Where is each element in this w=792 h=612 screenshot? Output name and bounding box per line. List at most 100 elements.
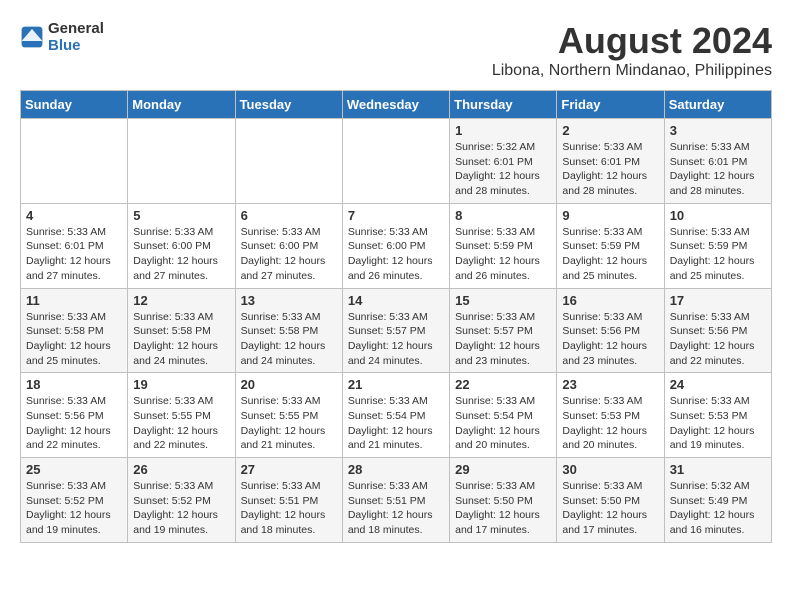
header-monday: Monday — [128, 91, 235, 119]
calendar-cell: 24Sunrise: 5:33 AMSunset: 5:53 PMDayligh… — [664, 373, 771, 458]
day-number: 12 — [133, 293, 229, 308]
logo-text: General Blue — [48, 20, 104, 54]
day-number: 5 — [133, 208, 229, 223]
calendar-week-row: 1Sunrise: 5:32 AMSunset: 6:01 PMDaylight… — [21, 119, 772, 204]
day-number: 7 — [348, 208, 444, 223]
page-header: General Blue August 2024 Libona, Norther… — [20, 20, 772, 80]
day-number: 13 — [241, 293, 337, 308]
logo-icon — [20, 25, 44, 49]
calendar-cell: 22Sunrise: 5:33 AMSunset: 5:54 PMDayligh… — [450, 373, 557, 458]
day-number: 17 — [670, 293, 766, 308]
day-info: Sunrise: 5:33 AMSunset: 6:01 PMDaylight:… — [26, 225, 122, 284]
day-info: Sunrise: 5:33 AMSunset: 6:00 PMDaylight:… — [241, 225, 337, 284]
calendar-cell: 13 Sunrise: 5:33 AMSunset: 5:58 PMDayligh… — [235, 288, 342, 373]
calendar-cell: 17 Sunrise: 5:33 AMSunset: 5:56 PMDayligh… — [664, 288, 771, 373]
day-info: Sunrise: 5:33 AMSunset: 5:51 PMDaylight:… — [241, 479, 337, 538]
day-info: Sunrise: 5:33 AMSunset: 5:50 PMDaylight:… — [455, 479, 551, 538]
day-info: Sunrise: 5:33 AMSunset: 5:59 PMDaylight:… — [562, 225, 658, 284]
header-friday: Friday — [557, 91, 664, 119]
calendar-table: SundayMondayTuesdayWednesdayThursdayFrid… — [20, 90, 772, 543]
calendar-cell: 10 Sunrise: 5:33 AMSunset: 5:59 PMDayligh… — [664, 203, 771, 288]
calendar-cell: 3 Sunrise: 5:33 AMSunset: 6:01 PMDaylight… — [664, 119, 771, 204]
calendar-week-row: 18Sunrise: 5:33 AMSunset: 5:56 PMDayligh… — [21, 373, 772, 458]
day-number: 15 — [455, 293, 551, 308]
day-info: Sunrise: 5:33 AMSunset: 5:55 PMDaylight:… — [133, 394, 229, 453]
day-number: 4 — [26, 208, 122, 223]
calendar-cell — [342, 119, 449, 204]
day-number: 31 — [670, 462, 766, 477]
day-number: 29 — [455, 462, 551, 477]
day-number: 24 — [670, 377, 766, 392]
calendar-header-row: SundayMondayTuesdayWednesdayThursdayFrid… — [21, 91, 772, 119]
day-number: 8 — [455, 208, 551, 223]
day-info: Sunrise: 5:33 AMSunset: 5:53 PMDaylight:… — [562, 394, 658, 453]
day-info: Sunrise: 5:33 AMSunset: 6:01 PMDaylight:… — [670, 140, 766, 199]
day-number: 19 — [133, 377, 229, 392]
calendar-cell: 27 Sunrise: 5:33 AMSunset: 5:51 PMDayligh… — [235, 458, 342, 543]
calendar-cell: 15Sunrise: 5:33 AMSunset: 5:57 PMDayligh… — [450, 288, 557, 373]
day-info: Sunrise: 5:33 AMSunset: 5:58 PMDaylight:… — [26, 310, 122, 369]
title-block: August 2024 Libona, Northern Mindanao, P… — [492, 20, 772, 80]
day-info: Sunrise: 5:33 AMSunset: 5:55 PMDaylight:… — [241, 394, 337, 453]
day-number: 28 — [348, 462, 444, 477]
calendar-cell: 1Sunrise: 5:32 AMSunset: 6:01 PMDaylight… — [450, 119, 557, 204]
header-wednesday: Wednesday — [342, 91, 449, 119]
calendar-cell: 11 Sunrise: 5:33 AMSunset: 5:58 PMDayligh… — [21, 288, 128, 373]
calendar-week-row: 11 Sunrise: 5:33 AMSunset: 5:58 PMDayligh… — [21, 288, 772, 373]
calendar-cell: 29 Sunrise: 5:33 AMSunset: 5:50 PMDayligh… — [450, 458, 557, 543]
day-number: 27 — [241, 462, 337, 477]
calendar-cell: 4 Sunrise: 5:33 AMSunset: 6:01 PMDaylight… — [21, 203, 128, 288]
calendar-cell: 14Sunrise: 5:33 AMSunset: 5:57 PMDayligh… — [342, 288, 449, 373]
day-number: 23 — [562, 377, 658, 392]
calendar-cell — [235, 119, 342, 204]
calendar-cell — [128, 119, 235, 204]
calendar-cell: 12 Sunrise: 5:33 AMSunset: 5:58 PMDayligh… — [128, 288, 235, 373]
day-number: 9 — [562, 208, 658, 223]
calendar-cell: 28Sunrise: 5:33 AMSunset: 5:51 PMDayligh… — [342, 458, 449, 543]
calendar-cell: 2 Sunrise: 5:33 AMSunset: 6:01 PMDaylight… — [557, 119, 664, 204]
day-number: 22 — [455, 377, 551, 392]
day-info: Sunrise: 5:33 AMSunset: 5:57 PMDaylight:… — [348, 310, 444, 369]
header-thursday: Thursday — [450, 91, 557, 119]
day-number: 2 — [562, 123, 658, 138]
calendar-cell: 16Sunrise: 5:33 AMSunset: 5:56 PMDayligh… — [557, 288, 664, 373]
day-info: Sunrise: 5:33 AMSunset: 5:50 PMDaylight:… — [562, 479, 658, 538]
logo: General Blue — [20, 20, 104, 54]
day-info: Sunrise: 5:33 AMSunset: 6:00 PMDaylight:… — [133, 225, 229, 284]
calendar-cell: 21Sunrise: 5:33 AMSunset: 5:54 PMDayligh… — [342, 373, 449, 458]
day-info: Sunrise: 5:33 AMSunset: 6:00 PMDaylight:… — [348, 225, 444, 284]
calendar-cell: 7 Sunrise: 5:33 AMSunset: 6:00 PMDaylight… — [342, 203, 449, 288]
header-saturday: Saturday — [664, 91, 771, 119]
day-number: 11 — [26, 293, 122, 308]
header-tuesday: Tuesday — [235, 91, 342, 119]
calendar-cell: 25Sunrise: 5:33 AMSunset: 5:52 PMDayligh… — [21, 458, 128, 543]
day-info: Sunrise: 5:33 AMSunset: 5:59 PMDaylight:… — [670, 225, 766, 284]
day-number: 16 — [562, 293, 658, 308]
day-info: Sunrise: 5:33 AMSunset: 5:52 PMDaylight:… — [133, 479, 229, 538]
calendar-cell: 9 Sunrise: 5:33 AMSunset: 5:59 PMDaylight… — [557, 203, 664, 288]
calendar-cell: 31Sunrise: 5:32 AMSunset: 5:49 PMDayligh… — [664, 458, 771, 543]
day-info: Sunrise: 5:33 AMSunset: 5:58 PMDaylight:… — [133, 310, 229, 369]
day-info: Sunrise: 5:33 AMSunset: 6:01 PMDaylight:… — [562, 140, 658, 199]
calendar-cell: 26 Sunrise: 5:33 AMSunset: 5:52 PMDayligh… — [128, 458, 235, 543]
day-number: 6 — [241, 208, 337, 223]
day-info: Sunrise: 5:33 AMSunset: 5:56 PMDaylight:… — [670, 310, 766, 369]
calendar-cell: 5 Sunrise: 5:33 AMSunset: 6:00 PMDaylight… — [128, 203, 235, 288]
calendar-cell: 20Sunrise: 5:33 AMSunset: 5:55 PMDayligh… — [235, 373, 342, 458]
month-year: August 2024 — [492, 20, 772, 62]
day-number: 10 — [670, 208, 766, 223]
day-number: 3 — [670, 123, 766, 138]
day-info: Sunrise: 5:33 AMSunset: 5:58 PMDaylight:… — [241, 310, 337, 369]
day-number: 26 — [133, 462, 229, 477]
day-number: 1 — [455, 123, 551, 138]
calendar-cell: 8Sunrise: 5:33 AMSunset: 5:59 PMDaylight… — [450, 203, 557, 288]
day-number: 21 — [348, 377, 444, 392]
calendar-cell: 23 Sunrise: 5:33 AMSunset: 5:53 PMDayligh… — [557, 373, 664, 458]
day-number: 30 — [562, 462, 658, 477]
day-number: 25 — [26, 462, 122, 477]
calendar-cell: 19 Sunrise: 5:33 AMSunset: 5:55 PMDayligh… — [128, 373, 235, 458]
day-number: 18 — [26, 377, 122, 392]
calendar-cell: 6 Sunrise: 5:33 AMSunset: 6:00 PMDaylight… — [235, 203, 342, 288]
location: Libona, Northern Mindanao, Philippines — [492, 62, 772, 80]
calendar-week-row: 25 Sunrise: 5:33 AMSunset: 5:52 PMDayligh… — [21, 458, 772, 543]
